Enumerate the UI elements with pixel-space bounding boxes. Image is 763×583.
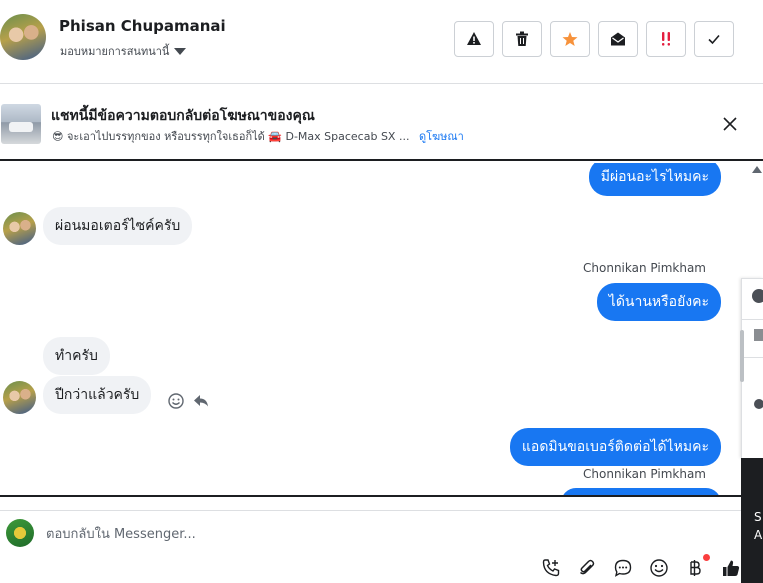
conversation-header: Phisan Chupamanai มอบหมายการสนทนานี้ (0, 0, 763, 84)
ad-banner-subtitle: 😎 จะเอาไปบรรทุกของ หรือบรรทุกใจเธอก็ได้ … (52, 127, 464, 145)
sunglasses-emoji-icon: 😎 (52, 130, 64, 143)
message-thread: มีผ่อนอะไรไหมคะ ผ่อนมอเตอร์ไซค์ครับ Chon… (0, 163, 750, 496)
attachment-icon[interactable] (577, 558, 597, 578)
incoming-message[interactable]: ปีกว่าแล้วครับ (43, 376, 152, 414)
scroll-up-arrow-icon[interactable] (752, 166, 762, 173)
payment-baht-icon[interactable] (685, 558, 705, 578)
thumbs-up-icon[interactable] (721, 558, 741, 578)
emoji-icon[interactable] (649, 558, 669, 578)
reply-composer (0, 510, 750, 583)
sender-name: Chonnikan Pimkham (583, 261, 706, 275)
done-button[interactable] (694, 21, 734, 57)
incoming-message[interactable]: ทำครับ (43, 337, 110, 375)
contact-avatar-small (3, 212, 36, 245)
mark-unread-button[interactable] (598, 21, 638, 57)
side-thumbnail[interactable] (754, 329, 763, 341)
divider (742, 357, 763, 358)
page-avatar (6, 519, 34, 547)
reply-icon[interactable] (192, 392, 210, 410)
dark-side-panel-partial: S A (741, 458, 763, 583)
contact-avatar-small (3, 381, 36, 414)
incoming-message[interactable]: ผ่อนมอเตอร์ไซค์ครับ (43, 207, 193, 245)
ad-thumbnail[interactable] (1, 104, 41, 144)
chevron-down-icon (174, 47, 187, 55)
side-panel-partial (741, 278, 763, 458)
check-icon (708, 34, 720, 45)
assign-conversation-dropdown[interactable]: มอบหมายการสนทนานี้ (60, 42, 187, 60)
ad-banner-title: แชทนี้มีข้อความตอบกลับต่อโฆษณาของคุณ (51, 108, 315, 124)
spam-button[interactable] (454, 21, 494, 57)
reply-input[interactable] (46, 524, 646, 544)
notification-dot (703, 554, 710, 561)
contact-name[interactable]: Phisan Chupamanai (59, 17, 226, 35)
divider (742, 319, 763, 320)
dark-panel-text: S (754, 510, 762, 524)
close-icon[interactable] (721, 115, 739, 133)
double-exclamation-icon (662, 32, 670, 46)
side-avatar[interactable] (752, 289, 763, 303)
outgoing-message[interactable]: ได้นานหรือยังคะ (596, 283, 721, 321)
scrollbar[interactable] (740, 330, 744, 382)
saved-replies-icon[interactable] (613, 558, 633, 578)
outgoing-message[interactable]: แอดมินขอเบอร์ติดต่อได้ไหมคะ (509, 428, 721, 466)
assign-label: มอบหมายการสนทนานี้ (60, 45, 170, 58)
add-call-icon[interactable] (541, 558, 561, 578)
sender-name: Chonnikan Pimkham (583, 467, 706, 481)
ad-subtitle-text: จะเอาไปบรรทุกของ หรือบรรทุกใจเธอก็ได้ 🚘 … (66, 130, 410, 143)
trash-icon (516, 31, 528, 46)
contact-avatar[interactable] (0, 14, 46, 60)
side-avatar[interactable] (754, 399, 763, 409)
outgoing-message[interactable]: มีผ่อนอะไรไหมคะ (588, 163, 721, 196)
star-button[interactable] (550, 21, 590, 57)
dark-panel-text: A (754, 528, 763, 542)
view-ad-link[interactable]: ดูโฆษณา (419, 130, 464, 143)
divider (0, 495, 763, 497)
inbox-conversation: Phisan Chupamanai มอบหมายการสนทนานี้ แชท… (0, 0, 763, 583)
star-icon (562, 32, 578, 46)
warning-icon (467, 32, 481, 45)
react-emoji-icon[interactable] (167, 392, 185, 410)
delete-button[interactable] (502, 21, 542, 57)
ad-reply-banner: แชทนี้มีข้อความตอบกลับต่อโฆษณาของคุณ 😎 จ… (0, 95, 763, 161)
important-button[interactable] (646, 21, 686, 57)
envelope-open-icon (611, 32, 625, 46)
